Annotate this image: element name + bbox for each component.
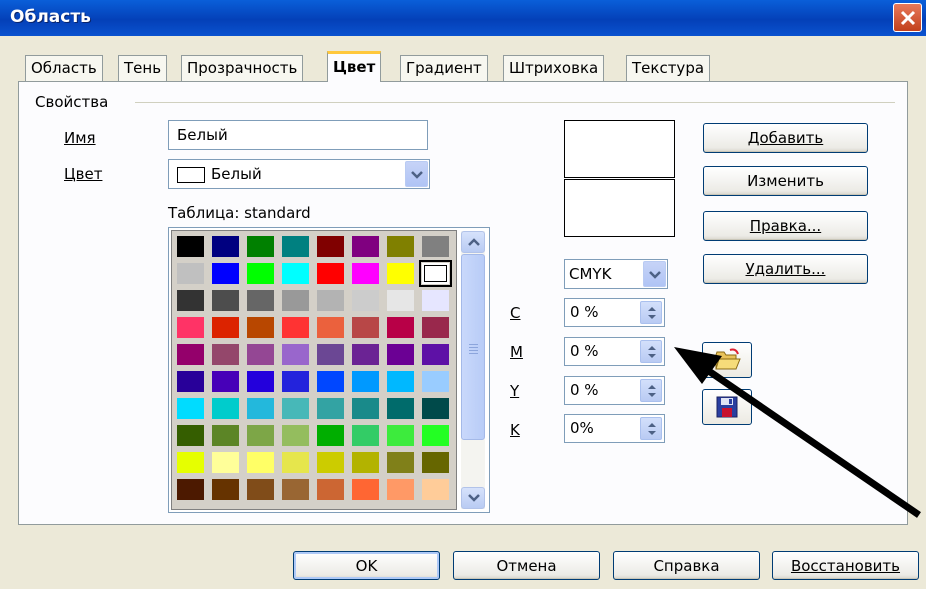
area-dialog: Область Область Тень Прозрачность Цвет Г… — [0, 0, 926, 589]
tab-label: Цвет — [333, 58, 376, 76]
annotation-arrow — [674, 347, 921, 518]
tab-color[interactable]: Цвет — [327, 51, 382, 82]
